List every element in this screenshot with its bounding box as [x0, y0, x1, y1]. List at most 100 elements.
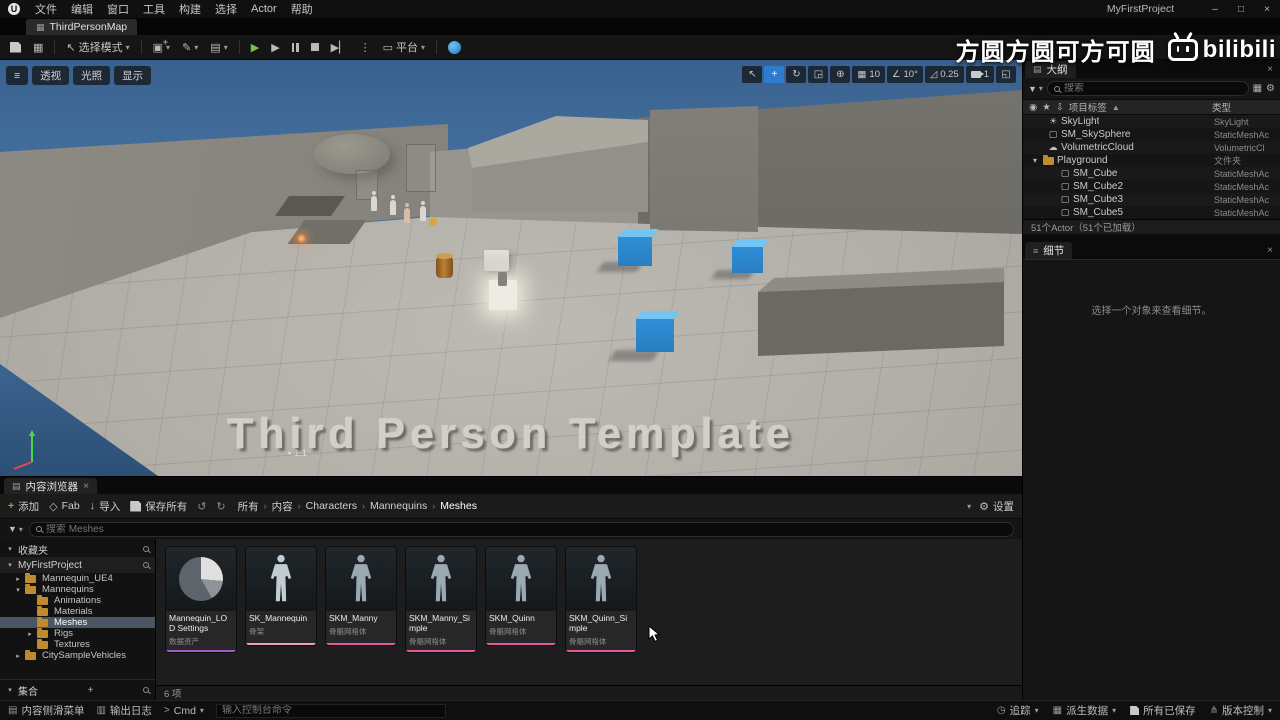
menu-tools[interactable]: 工具: [136, 1, 172, 17]
tree-item-citysamplevehicles[interactable]: ▸ CitySampleVehicles: [0, 649, 155, 661]
outliner-row-playground-folder[interactable]: ▾ Playground 文件夹: [1023, 154, 1280, 167]
camera-speed-control[interactable]: 1: [965, 66, 994, 83]
play-options-button[interactable]: ⋮: [356, 39, 375, 56]
menu-actor[interactable]: Actor: [244, 3, 284, 15]
console-input[interactable]: [221, 705, 440, 716]
grid-snap-control[interactable]: ▦ 10: [852, 66, 885, 83]
outliner-row-skysphere[interactable]: ▢ SM_SkySphere StaticMeshAc: [1023, 128, 1280, 141]
play-button[interactable]: ▶: [247, 39, 263, 56]
all-saved-indicator[interactable]: 所有已保存: [1130, 703, 1196, 718]
scale-tool-button[interactable]: ◲: [808, 66, 829, 83]
expander-icon[interactable]: ▾: [14, 586, 22, 594]
collections-header[interactable]: ▾ 集合 +: [0, 682, 155, 698]
expander-icon[interactable]: ▸: [14, 652, 22, 660]
expander-icon[interactable]: ▸: [14, 575, 22, 583]
cmd-dropdown[interactable]: > Cmd ▾: [164, 705, 204, 717]
console-input-box[interactable]: [215, 703, 446, 718]
rotate-tool-button[interactable]: ↻: [786, 66, 807, 83]
outliner-tab[interactable]: ▤ 大纲: [1025, 61, 1076, 78]
add-button[interactable]: + 添加: [8, 499, 39, 514]
outliner-row-skylight[interactable]: ☀ SkyLight SkyLight: [1023, 115, 1280, 128]
maximize-viewport-button[interactable]: ◱: [996, 66, 1016, 83]
outliner-row-sm-cube2[interactable]: ▢ SM_Cube2 StaticMeshAc: [1023, 180, 1280, 193]
show-flags-dropdown[interactable]: 显示: [114, 66, 152, 85]
chevron-down-icon[interactable]: ▾: [967, 502, 971, 511]
breadcrumb-item[interactable]: 所有: [238, 499, 259, 514]
asset-search-input[interactable]: [45, 523, 1007, 535]
outliner-view-icon[interactable]: ▦: [1253, 83, 1262, 94]
minimize-button[interactable]: –: [1202, 4, 1228, 15]
outliner-search-input[interactable]: [1063, 83, 1242, 94]
outliner-column-header[interactable]: ◉ ★ ⇩ 项目标签 ▲ 类型: [1023, 99, 1280, 115]
view-mode-dropdown[interactable]: 光照: [73, 66, 111, 85]
asset-tile-sk-mannequin[interactable]: SK_Mannequin 骨架: [246, 547, 316, 645]
scale-snap-control[interactable]: ◿ 0.25: [924, 66, 964, 83]
import-button[interactable]: ↓ 导入: [90, 499, 121, 514]
back-button[interactable]: ↺: [197, 500, 206, 513]
revision-control-dropdown[interactable]: ⋔ 版本控制 ▾: [1210, 703, 1272, 718]
menu-select[interactable]: 选择: [208, 1, 244, 17]
settings-button[interactable]: ⚙ 设置: [979, 499, 1014, 514]
menu-edit[interactable]: 编辑: [64, 1, 100, 17]
content-browser-tab[interactable]: ▤ 内容浏览器 ×: [4, 478, 98, 494]
level-viewport[interactable]: Third Person Template ▪ 1.1 ≡ 透视 光照 显示 ↖ …: [0, 60, 1022, 476]
asset-tile-skm-manny[interactable]: SKM_Manny 骨骼网格体: [326, 547, 396, 645]
expander-icon[interactable]: ▸: [26, 630, 34, 638]
select-mode-dropdown[interactable]: ↖ 选择模式 ▾: [62, 37, 133, 57]
close-icon[interactable]: ×: [1267, 245, 1273, 256]
expander-icon[interactable]: ▾: [6, 545, 14, 553]
maximize-button[interactable]: □: [1228, 4, 1254, 15]
trace-dropdown[interactable]: ◷ 追踪 ▾: [997, 703, 1039, 718]
tree-item-mannequins[interactable]: ▾ Mannequins: [0, 583, 155, 595]
asset-grid[interactable]: Mannequin_LOD Settings 数据资产 SK_Mannequin…: [156, 539, 1022, 685]
outliner-search-box[interactable]: [1046, 81, 1249, 96]
translate-tool-button[interactable]: +: [764, 66, 785, 83]
outliner-row-volumetriccloud[interactable]: ☁ VolumetricCloud VolumetricCl: [1023, 141, 1280, 154]
gear-icon[interactable]: ⚙: [1266, 83, 1275, 94]
outliner-row-sm-cube[interactable]: ▢ SM_Cube StaticMeshAc: [1023, 167, 1280, 180]
select-tool-button[interactable]: ↖: [742, 66, 763, 83]
rotation-snap-control[interactable]: ∠ 10°: [886, 66, 923, 83]
world-space-toggle[interactable]: ⊕: [830, 66, 851, 83]
asset-search-box[interactable]: [28, 521, 1014, 537]
cinematics-dropdown[interactable]: ▤ ▾: [206, 39, 231, 56]
viewport-options-button[interactable]: ≡: [6, 66, 29, 85]
save-all-button[interactable]: 保存所有: [130, 499, 187, 514]
expander-icon[interactable]: ▾: [6, 686, 14, 694]
tree-item-materials[interactable]: Materials: [0, 605, 155, 617]
breadcrumb-item[interactable]: Characters: [306, 500, 357, 512]
add-collection-icon[interactable]: +: [88, 685, 94, 696]
search-icon[interactable]: [143, 546, 149, 552]
project-root-section[interactable]: ▾ MyFirstProject: [0, 557, 155, 573]
frame-skip-button[interactable]: ▶: [267, 39, 283, 56]
details-tab[interactable]: ≡ 细节: [1025, 242, 1073, 259]
pause-button[interactable]: [288, 41, 303, 54]
map-tab[interactable]: ▦ ThirdPersonMap: [26, 19, 138, 35]
search-icon[interactable]: [143, 687, 149, 693]
platforms-dropdown[interactable]: ▭ 平台 ▾: [379, 37, 429, 57]
save-button[interactable]: [6, 40, 25, 55]
derived-data-dropdown[interactable]: ▦ 派生数据 ▾: [1053, 703, 1116, 718]
blueprints-dropdown[interactable]: ✎ ▾: [178, 39, 202, 56]
expander-icon[interactable]: ▾: [1033, 156, 1043, 165]
favorites-section[interactable]: ▾ 收藏夹: [0, 541, 155, 557]
search-icon[interactable]: [143, 562, 149, 568]
close-icon[interactable]: ×: [1267, 64, 1273, 75]
outliner-filter-button[interactable]: ▼ ▾: [1028, 84, 1043, 94]
menu-help[interactable]: 帮助: [284, 1, 320, 17]
quick-add-dropdown[interactable]: ▣▾: [149, 37, 174, 56]
breadcrumb-item[interactable]: Mannequins: [370, 500, 427, 512]
tree-item-animations[interactable]: Animations: [0, 594, 155, 606]
editor-modes-icon[interactable]: ▦: [29, 39, 47, 56]
web-services-button[interactable]: [444, 39, 465, 56]
filter-button[interactable]: ▼ ▾: [8, 524, 23, 534]
menu-build[interactable]: 构建: [172, 1, 208, 17]
fab-button[interactable]: ◇ Fab: [49, 500, 80, 513]
breadcrumb-item-current[interactable]: Meshes: [440, 500, 477, 512]
content-drawer-button[interactable]: ▤ 内容侧滑菜单: [8, 703, 84, 718]
close-button[interactable]: ×: [1254, 4, 1280, 15]
tree-item-mannequin-ue4[interactable]: ▸ Mannequin_UE4: [0, 572, 155, 584]
outliner-row-sm-cube5[interactable]: ▢ SM_Cube5 StaticMeshAc: [1023, 206, 1280, 219]
tree-item-meshes-selected[interactable]: Meshes: [0, 616, 155, 628]
asset-tile-skm-manny-simple[interactable]: SKM_Manny_Simple 骨骼网格体: [406, 547, 476, 653]
